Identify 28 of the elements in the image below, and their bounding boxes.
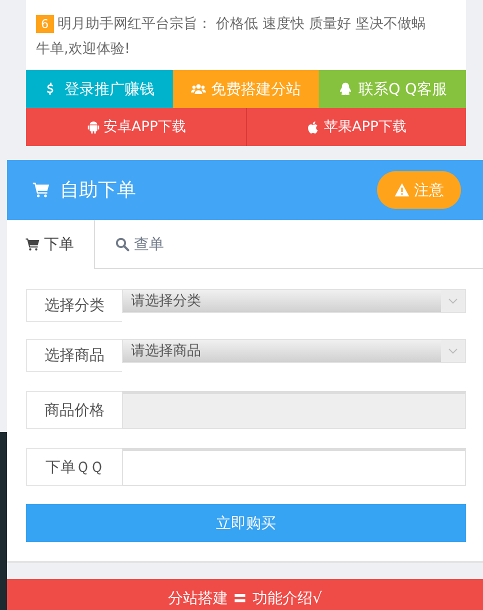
field-label: 选择商品 [26,339,122,372]
download-button[interactable]: 安卓APP下载 [26,108,246,146]
caret-icon [448,346,458,356]
caret-icon [448,296,458,306]
number-badge: 6 [36,15,54,33]
price-field[interactable] [122,391,466,429]
cart-icon [32,181,50,199]
search-icon [115,236,130,252]
link-button[interactable]: 免费搭建分站 [172,70,320,108]
panel-title: 自助下单 [60,178,137,203]
notice-text: 6 明月助手网红平台宗旨： 价格低 速度快 质量好 坚决不做蜗牛单,欢迎体验! [35,14,426,59]
download-button[interactable]: 苹果APP下载 [246,108,466,146]
dropdown[interactable]: 请选择分类 [122,289,466,313]
cart-icon [25,237,40,252]
link-button[interactable]: 登录推广赚钱 [26,70,173,108]
field-label: 选择分类 [26,289,122,322]
tab[interactable]: 查单 [95,220,184,268]
penguin-icon [338,82,354,96]
buy-button[interactable]: 立即购买 [26,504,466,542]
users-icon [191,82,206,96]
link-button[interactable]: 联系Q Q客服 [319,70,466,108]
feature-banner[interactable]: 分站搭建 〓 功能介绍√ [7,579,483,610]
input-field[interactable] [122,448,466,486]
dropdown[interactable]: 请选择商品 [122,339,466,363]
notice-button[interactable]: 注意 [377,171,461,209]
tab[interactable]: 下单 [7,220,95,269]
warning-icon [394,182,410,198]
android-icon [86,120,101,134]
